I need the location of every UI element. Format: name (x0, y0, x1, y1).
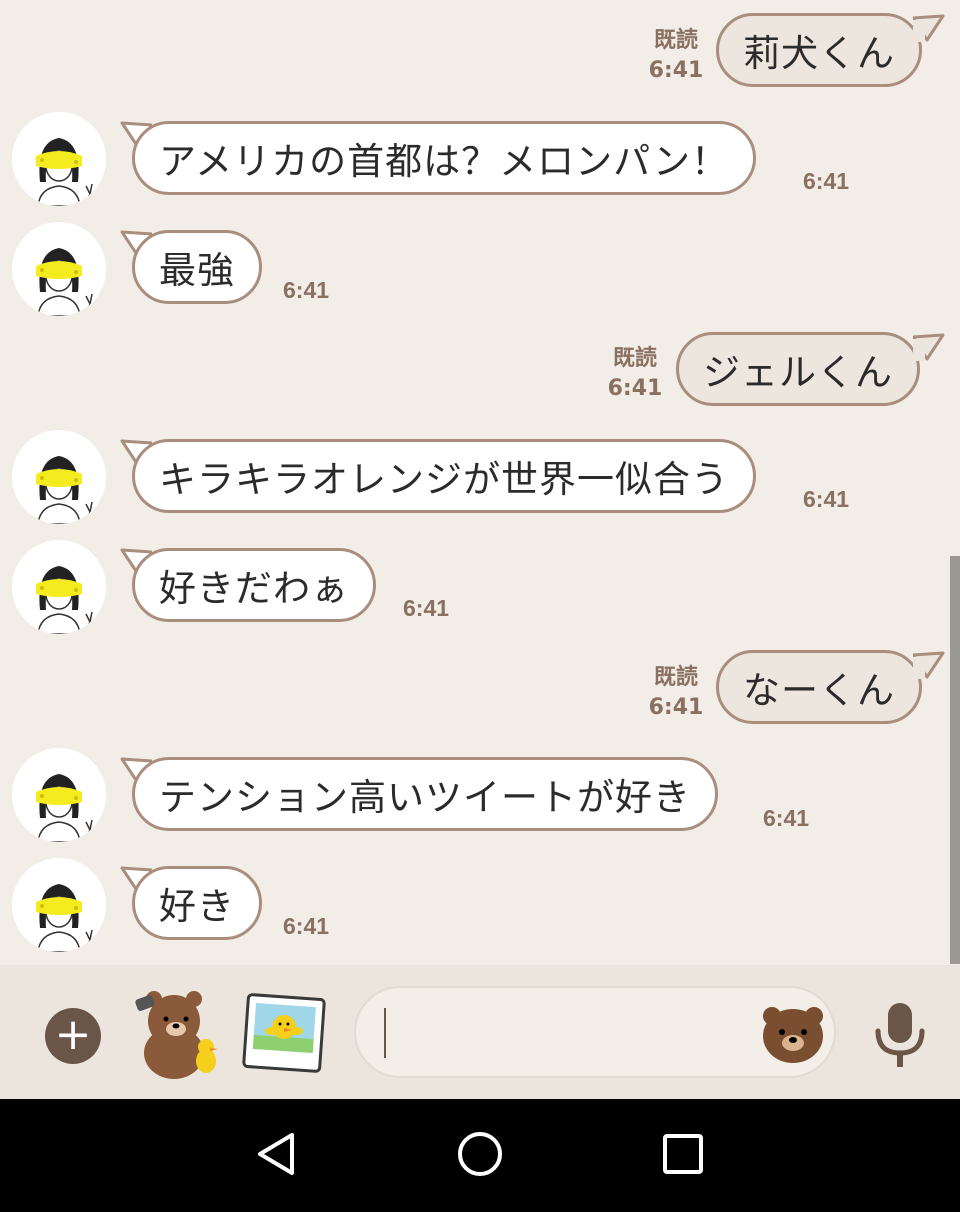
outgoing-message-bubble[interactable]: ジェルくん (676, 332, 920, 406)
incoming-message-bubble[interactable]: 好きだわぁ (132, 548, 376, 622)
bubble-tail (913, 651, 947, 679)
incoming-message-bubble[interactable]: アメリカの首都は？メロンパン！ (132, 121, 756, 195)
message-time: 6:41 (803, 168, 850, 194)
incoming-message-bubble[interactable]: キラキラオレンジが世界一似合う (132, 439, 756, 513)
message-text: キラキラオレンジが世界一似合う (159, 458, 729, 501)
message-text: 莉犬くん (743, 32, 895, 75)
avatar[interactable] (12, 430, 106, 524)
read-receipt: 既読 6:41 (646, 663, 706, 723)
chat-area[interactable]: 既読 6:41 莉犬くん アメリカの首都は？メロンパン！ 6:41 最強 6:4… (0, 0, 960, 965)
scrollbar[interactable] (950, 556, 960, 964)
message-time: 6:41 (607, 376, 663, 401)
message-time: 6:41 (648, 58, 704, 83)
system-navigation-bar (0, 1099, 960, 1212)
avatar[interactable] (12, 112, 106, 206)
message-time: 6:41 (763, 805, 810, 831)
bear-emoji-icon[interactable] (760, 1002, 826, 1064)
avatar[interactable] (12, 748, 106, 842)
home-circle-icon[interactable] (455, 1129, 505, 1179)
bubble-tail (913, 333, 947, 361)
message-time: 6:41 (283, 277, 330, 303)
read-receipt: 既読 6:41 (646, 26, 706, 86)
message-input-bar: + (0, 965, 960, 1099)
recents-square-icon[interactable] (658, 1129, 708, 1179)
read-label: 既読 (612, 346, 657, 371)
bear-sticker-icon[interactable] (130, 987, 222, 1079)
message-time: 6:41 (803, 486, 850, 512)
message-text-field[interactable] (354, 986, 836, 1078)
message-text: テンション高いツイートが好き (159, 776, 691, 819)
message-time: 6:41 (283, 913, 330, 939)
message-text: 最強 (159, 249, 235, 292)
outgoing-message-bubble[interactable]: なーくん (716, 650, 922, 724)
message-text: なーくん (743, 669, 895, 712)
incoming-message-bubble[interactable]: 好き (132, 866, 262, 940)
message-text: アメリカの首都は？メロンパン！ (159, 140, 729, 183)
back-triangle-icon[interactable] (252, 1129, 302, 1179)
message-text: ジェルくん (703, 351, 893, 394)
microphone-icon[interactable] (872, 1003, 928, 1069)
photo-album-icon[interactable] (242, 993, 326, 1075)
plus-icon[interactable]: + (45, 1008, 101, 1064)
read-label: 既読 (653, 28, 698, 53)
avatar[interactable] (12, 222, 106, 316)
bubble-tail (913, 14, 947, 42)
avatar[interactable] (12, 540, 106, 634)
message-time: 6:41 (403, 595, 450, 621)
text-cursor (384, 1008, 386, 1058)
message-time: 6:41 (648, 695, 704, 720)
incoming-message-bubble[interactable]: テンション高いツイートが好き (132, 757, 718, 831)
outgoing-message-bubble[interactable]: 莉犬くん (716, 13, 922, 87)
avatar[interactable] (12, 858, 106, 952)
read-label: 既読 (653, 665, 698, 690)
read-receipt: 既読 6:41 (605, 344, 665, 404)
incoming-message-bubble[interactable]: 最強 (132, 230, 262, 304)
message-text: 好きだわぁ (159, 567, 349, 610)
message-text: 好き (159, 885, 235, 928)
